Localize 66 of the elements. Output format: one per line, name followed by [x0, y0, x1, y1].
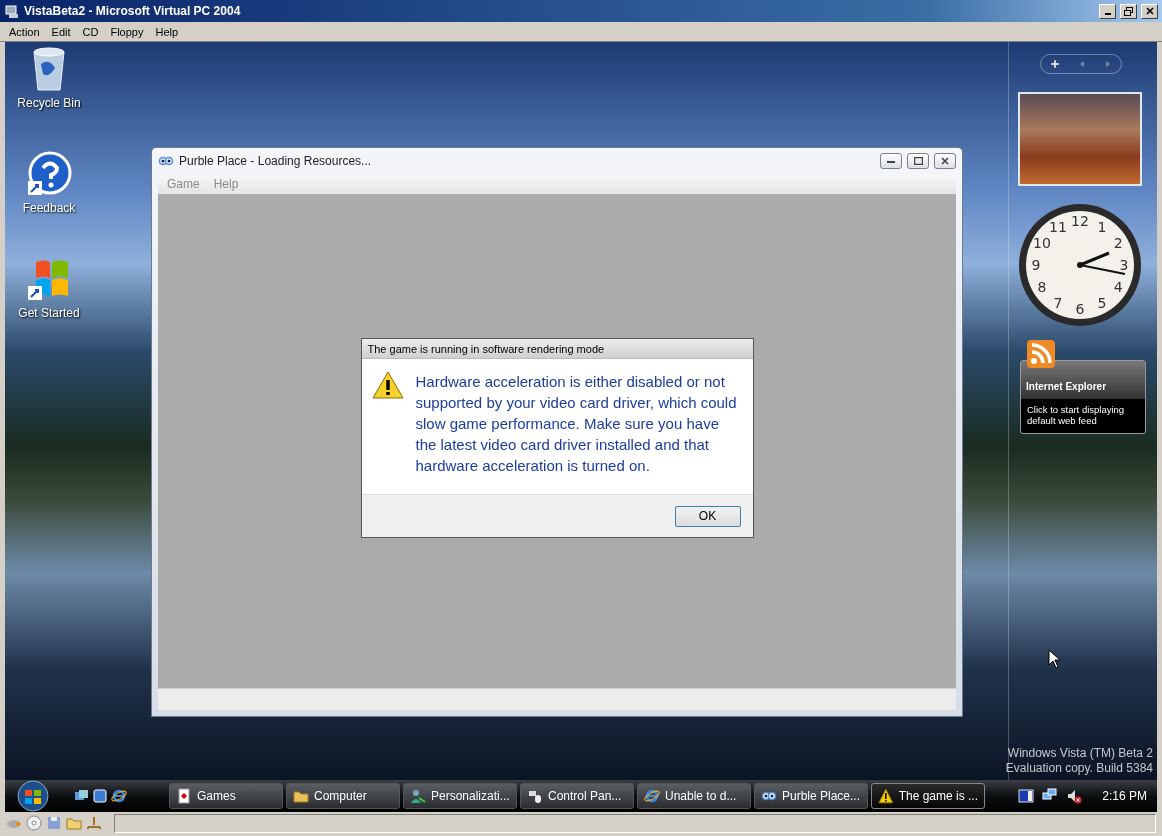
- restore-icon: [1124, 6, 1133, 16]
- ie-icon: [644, 788, 660, 804]
- taskbar-button[interactable]: Games: [169, 783, 283, 809]
- help-icon: [26, 151, 72, 197]
- floppy-icon: [46, 815, 62, 831]
- minimize-button[interactable]: [880, 153, 902, 169]
- clock-numeral: 10: [1033, 235, 1051, 251]
- show-desktop-icon: [92, 788, 108, 804]
- speaker-muted-icon: [1066, 788, 1083, 804]
- playing-card-icon: [176, 788, 192, 804]
- taskbar-button[interactable]: Personalizati...: [403, 783, 517, 809]
- folder-icon: [293, 788, 309, 804]
- maximize-button[interactable]: [907, 153, 929, 169]
- control-panel-icon: [527, 788, 543, 804]
- taskbar-button[interactable]: Computer: [286, 783, 400, 809]
- sidebar-icon: [1018, 788, 1035, 804]
- folder-icon: [66, 815, 82, 831]
- clock-numeral: 11: [1049, 218, 1067, 235]
- taskbar-button[interactable]: Purble Place...: [754, 783, 868, 809]
- clock-numeral: 7: [1053, 295, 1063, 312]
- desktop-icon-label[interactable]: Recycle Bin: [17, 96, 81, 110]
- menu-item[interactable]: CD: [76, 25, 105, 38]
- menu-item[interactable]: Floppy: [104, 25, 150, 38]
- clock-numeral: 2: [1113, 235, 1123, 251]
- clock-numeral: 6: [1075, 301, 1085, 317]
- clock-numeral: 8: [1037, 279, 1047, 295]
- watermark-text: Windows Vista (TM) Beta 2: [1007, 746, 1153, 761]
- plus-icon: [1049, 58, 1061, 70]
- minimize-icon: [887, 158, 895, 164]
- restore-button[interactable]: [1120, 3, 1137, 19]
- warning-icon: [878, 788, 894, 804]
- feed-text: Click to start displaying default web feed: [1026, 403, 1126, 428]
- menu-item[interactable]: Action: [3, 25, 46, 38]
- warning-icon: [371, 371, 404, 399]
- ok-button[interactable]: OK: [674, 505, 741, 527]
- dialog-message: Hardware acceleration is either disabled or not supported by your video card driver, which could slow game performance. Make sure you have the latest video card driver installed and that hardware acceleration is turned on.: [415, 372, 738, 476]
- game-window-title: Purble Place - Loading Resources...: [179, 154, 373, 168]
- clock-numeral: 3: [1119, 257, 1129, 273]
- rss-icon: [1027, 340, 1055, 368]
- desktop-icon-label[interactable]: Get Started: [18, 306, 80, 320]
- close-button[interactable]: [934, 153, 956, 169]
- virtual-pc-icon: [4, 3, 20, 19]
- taskbar-button[interactable]: The game is ...: [871, 783, 985, 809]
- clock-numeral: 4: [1113, 279, 1123, 295]
- network-adapter-icon: [86, 815, 102, 831]
- close-icon: [941, 157, 949, 165]
- menu-item[interactable]: Help: [149, 25, 185, 38]
- ie-icon: [111, 788, 127, 804]
- taskbar-button[interactable]: Control Pan...: [520, 783, 634, 809]
- person-icon: [410, 788, 426, 804]
- close-icon: [1145, 7, 1154, 15]
- window-title: VistaBeta2 - Microsoft Virtual PC 2004: [24, 4, 242, 18]
- clock-time[interactable]: 2:16 PM: [1102, 789, 1147, 803]
- mouse-cursor-icon: [1048, 649, 1060, 669]
- feed-gadget[interactable]: Internet Explorer Click to start displaying default web feed: [1020, 360, 1146, 434]
- watermark-text: Evaluation copy. Build 5384: [1005, 761, 1153, 776]
- taskbar-button[interactable]: Unable to d...: [637, 783, 751, 809]
- cd-icon: [26, 815, 42, 831]
- clock-numeral: 12: [1071, 213, 1089, 229]
- feed-title: Internet Explorer: [1026, 381, 1107, 392]
- clock-numeral: 1: [1097, 218, 1107, 235]
- clock-numeral: 5: [1097, 295, 1107, 312]
- maximize-icon: [913, 157, 923, 165]
- menu-item[interactable]: Edit: [45, 25, 77, 38]
- dialog-title: The game is running in software rendering mode: [361, 339, 753, 359]
- clock-numeral: 9: [1031, 257, 1041, 273]
